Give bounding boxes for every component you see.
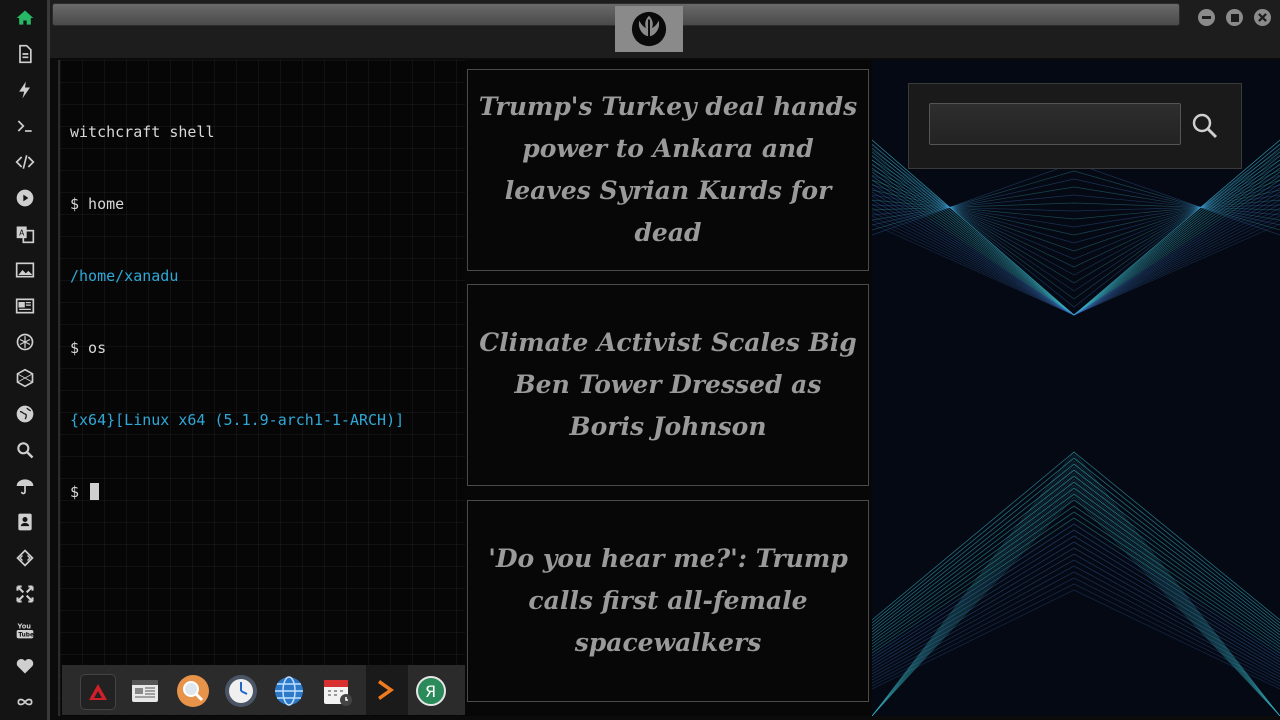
play-icon[interactable] <box>13 186 37 210</box>
calendar-app-icon[interactable] <box>320 674 354 708</box>
hexagon-network-icon[interactable] <box>13 366 37 390</box>
image-icon[interactable] <box>13 258 37 282</box>
minimize-button[interactable] <box>1198 9 1215 26</box>
terminal-prompt: $ <box>70 483 89 501</box>
contacts-icon[interactable] <box>13 510 37 534</box>
app-launcher-icon[interactable] <box>80 674 116 710</box>
terminal-line: $ os <box>70 339 107 357</box>
wallpaper-panel <box>872 60 1280 716</box>
heart-icon[interactable] <box>13 654 37 678</box>
code-icon[interactable] <box>13 150 37 174</box>
browser-globe-icon[interactable] <box>272 674 306 708</box>
globe-icon[interactable] <box>13 402 37 426</box>
search-widget <box>908 83 1242 169</box>
terminal-line: {x64}[Linux x64 (5.1.9-arch1-1-ARCH)] <box>70 411 405 429</box>
news-headline: Trump's Turkey deal hands power to Ankar… <box>478 92 858 247</box>
top-bar <box>50 0 1280 58</box>
terminal-icon[interactable] <box>13 114 37 138</box>
expand-icon[interactable] <box>13 582 37 606</box>
terminal-cursor <box>90 483 100 500</box>
media-play-icon[interactable] <box>366 665 408 715</box>
news-headline: 'Do you hear me?': Trump calls first all… <box>488 544 848 657</box>
search-app-icon[interactable] <box>176 674 210 708</box>
news-headline: Climate Activist Scales Big Ben Tower Dr… <box>479 328 857 441</box>
terminal-line: /home/xanadu <box>70 267 179 285</box>
rebel-alliance-icon[interactable] <box>13 330 37 354</box>
news-card[interactable]: Climate Activist Scales Big Ben Tower Dr… <box>467 284 869 486</box>
svg-text:A: A <box>19 229 25 238</box>
umbrella-icon[interactable] <box>13 474 37 498</box>
rebel-alliance-logo-icon <box>631 11 667 47</box>
newspaper-icon[interactable] <box>13 294 37 318</box>
news-column: Trump's Turkey deal hands power to Ankar… <box>467 69 869 702</box>
maximize-button[interactable] <box>1226 9 1243 26</box>
news-card[interactable]: 'Do you hear me?': Trump calls first all… <box>467 500 869 702</box>
youtube-icon[interactable]: You Tube <box>13 618 37 642</box>
svg-text:You: You <box>17 622 32 630</box>
dock: Я <box>62 665 465 715</box>
sidebar: A You Tube <box>0 0 50 720</box>
magnifier-icon <box>1192 113 1218 139</box>
document-icon[interactable] <box>13 42 37 66</box>
clock-app-icon[interactable] <box>224 674 258 708</box>
diamond-code-icon[interactable] <box>13 546 37 570</box>
terminal-line: witchcraft shell <box>70 123 215 141</box>
search-icon[interactable] <box>13 438 37 462</box>
active-tab[interactable] <box>615 6 683 52</box>
home-icon[interactable] <box>13 6 37 30</box>
translate-icon[interactable]: A <box>13 222 37 246</box>
news-card[interactable]: Trump's Turkey deal hands power to Ankar… <box>467 69 869 271</box>
yandex-icon[interactable]: Я <box>414 674 448 708</box>
main-content: witchcraft shell $ home /home/xanadu $ o… <box>58 60 1280 716</box>
search-input[interactable] <box>929 103 1181 145</box>
terminal-prompt-line[interactable]: $ <box>70 480 404 504</box>
news-reader-icon[interactable] <box>128 674 162 708</box>
search-button[interactable] <box>1187 108 1223 144</box>
lightning-icon[interactable] <box>13 78 37 102</box>
svg-text:Tube: Tube <box>18 633 34 639</box>
infinity-icon[interactable] <box>13 690 37 714</box>
terminal-line: $ home <box>70 195 125 213</box>
terminal-output: witchcraft shell $ home /home/xanadu $ o… <box>70 72 404 552</box>
close-button[interactable] <box>1254 9 1271 26</box>
svg-text:Я: Я <box>425 682 436 701</box>
terminal-panel[interactable]: witchcraft shell $ home /home/xanadu $ o… <box>58 60 465 716</box>
